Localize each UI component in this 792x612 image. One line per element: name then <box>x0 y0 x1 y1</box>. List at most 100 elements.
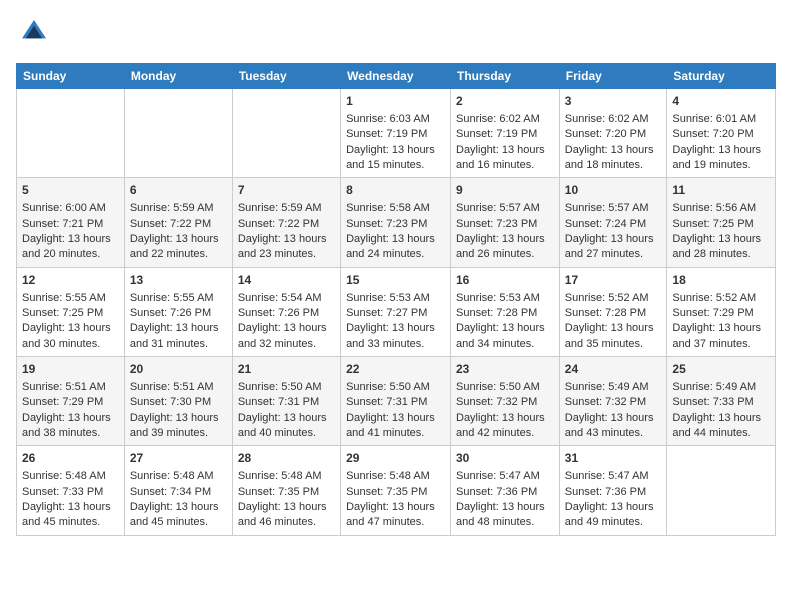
day-info-line: Sunset: 7:26 PM <box>238 306 335 321</box>
day-number: 7 <box>238 182 335 199</box>
calendar-cell <box>667 446 776 535</box>
calendar-cell: 13Sunrise: 5:55 AMSunset: 7:26 PMDayligh… <box>124 267 232 356</box>
day-info-line: and 37 minutes. <box>672 337 770 352</box>
day-info-line: and 34 minutes. <box>456 337 554 352</box>
day-number: 6 <box>130 182 227 199</box>
day-number: 18 <box>672 272 770 289</box>
day-number: 16 <box>456 272 554 289</box>
calendar-cell: 8Sunrise: 5:58 AMSunset: 7:23 PMDaylight… <box>341 178 451 267</box>
calendar-cell <box>124 89 232 178</box>
calendar-cell: 30Sunrise: 5:47 AMSunset: 7:36 PMDayligh… <box>451 446 560 535</box>
day-info-line: Sunrise: 5:55 AM <box>130 291 227 306</box>
calendar-cell: 27Sunrise: 5:48 AMSunset: 7:34 PMDayligh… <box>124 446 232 535</box>
day-info-line: Daylight: 13 hours <box>346 500 445 515</box>
day-info-line: Sunset: 7:20 PM <box>565 127 662 142</box>
day-number: 26 <box>22 450 119 467</box>
week-row-2: 5Sunrise: 6:00 AMSunset: 7:21 PMDaylight… <box>17 178 776 267</box>
day-info-line: Sunrise: 5:49 AM <box>565 380 662 395</box>
calendar-cell: 12Sunrise: 5:55 AMSunset: 7:25 PMDayligh… <box>17 267 125 356</box>
day-info-line: Daylight: 13 hours <box>130 411 227 426</box>
calendar-cell: 14Sunrise: 5:54 AMSunset: 7:26 PMDayligh… <box>232 267 340 356</box>
day-info-line: and 42 minutes. <box>456 426 554 441</box>
day-info-line: Sunrise: 5:49 AM <box>672 380 770 395</box>
day-info-line: Sunset: 7:33 PM <box>22 485 119 500</box>
day-info-line: Daylight: 13 hours <box>22 411 119 426</box>
day-info-line: Daylight: 13 hours <box>456 500 554 515</box>
day-info-line: and 31 minutes. <box>130 337 227 352</box>
day-info-line: Sunset: 7:28 PM <box>565 306 662 321</box>
calendar-cell: 23Sunrise: 5:50 AMSunset: 7:32 PMDayligh… <box>451 357 560 446</box>
day-info-line: Sunrise: 5:47 AM <box>565 469 662 484</box>
day-info-line: Sunset: 7:25 PM <box>672 217 770 232</box>
day-info-line: Daylight: 13 hours <box>130 232 227 247</box>
day-info-line: and 33 minutes. <box>346 337 445 352</box>
day-info-line: Sunset: 7:24 PM <box>565 217 662 232</box>
day-info-line: Daylight: 13 hours <box>672 143 770 158</box>
day-number: 5 <box>22 182 119 199</box>
day-info-line: Daylight: 13 hours <box>346 411 445 426</box>
day-info-line: Sunset: 7:35 PM <box>346 485 445 500</box>
calendar-cell: 11Sunrise: 5:56 AMSunset: 7:25 PMDayligh… <box>667 178 776 267</box>
calendar-cell: 7Sunrise: 5:59 AMSunset: 7:22 PMDaylight… <box>232 178 340 267</box>
day-info-line: Sunset: 7:23 PM <box>346 217 445 232</box>
day-info-line: Sunset: 7:32 PM <box>565 395 662 410</box>
day-info-line: and 19 minutes. <box>672 158 770 173</box>
day-info-line: and 40 minutes. <box>238 426 335 441</box>
day-info-line: Sunset: 7:19 PM <box>456 127 554 142</box>
day-info-line: Sunrise: 5:53 AM <box>456 291 554 306</box>
page-header <box>16 16 776 53</box>
day-info-line: Daylight: 13 hours <box>456 321 554 336</box>
calendar-cell: 31Sunrise: 5:47 AMSunset: 7:36 PMDayligh… <box>559 446 667 535</box>
day-number: 25 <box>672 361 770 378</box>
day-info-line: Sunrise: 5:48 AM <box>238 469 335 484</box>
day-info-line: Daylight: 13 hours <box>565 232 662 247</box>
day-number: 4 <box>672 93 770 110</box>
day-info-line: and 45 minutes. <box>22 515 119 530</box>
day-info-line: and 20 minutes. <box>22 247 119 262</box>
day-info-line: Sunrise: 5:50 AM <box>346 380 445 395</box>
day-info-line: Sunset: 7:35 PM <box>238 485 335 500</box>
day-info-line: Sunset: 7:26 PM <box>130 306 227 321</box>
day-info-line: Daylight: 13 hours <box>22 500 119 515</box>
day-number: 22 <box>346 361 445 378</box>
day-info-line: Sunrise: 5:52 AM <box>565 291 662 306</box>
day-info-line: Daylight: 13 hours <box>565 411 662 426</box>
day-info-line: and 15 minutes. <box>346 158 445 173</box>
weekday-header-thursday: Thursday <box>451 64 560 89</box>
day-info-line: Sunset: 7:33 PM <box>672 395 770 410</box>
day-info-line: Daylight: 13 hours <box>346 143 445 158</box>
day-info-line: Sunset: 7:27 PM <box>346 306 445 321</box>
calendar-cell: 10Sunrise: 5:57 AMSunset: 7:24 PMDayligh… <box>559 178 667 267</box>
day-info-line: Sunset: 7:36 PM <box>456 485 554 500</box>
calendar-cell: 5Sunrise: 6:00 AMSunset: 7:21 PMDaylight… <box>17 178 125 267</box>
day-info-line: Sunset: 7:28 PM <box>456 306 554 321</box>
day-number: 28 <box>238 450 335 467</box>
day-info-line: Daylight: 13 hours <box>565 143 662 158</box>
calendar-cell: 18Sunrise: 5:52 AMSunset: 7:29 PMDayligh… <box>667 267 776 356</box>
day-info-line: and 39 minutes. <box>130 426 227 441</box>
day-info-line: and 24 minutes. <box>346 247 445 262</box>
day-number: 29 <box>346 450 445 467</box>
calendar-cell: 21Sunrise: 5:50 AMSunset: 7:31 PMDayligh… <box>232 357 340 446</box>
calendar-cell: 24Sunrise: 5:49 AMSunset: 7:32 PMDayligh… <box>559 357 667 446</box>
day-info-line: Daylight: 13 hours <box>22 321 119 336</box>
calendar-cell: 4Sunrise: 6:01 AMSunset: 7:20 PMDaylight… <box>667 89 776 178</box>
day-info-line: and 22 minutes. <box>130 247 227 262</box>
calendar-cell: 19Sunrise: 5:51 AMSunset: 7:29 PMDayligh… <box>17 357 125 446</box>
day-info-line: and 49 minutes. <box>565 515 662 530</box>
day-info-line: Sunset: 7:31 PM <box>238 395 335 410</box>
day-info-line: Daylight: 13 hours <box>346 321 445 336</box>
calendar-cell: 6Sunrise: 5:59 AMSunset: 7:22 PMDaylight… <box>124 178 232 267</box>
calendar-table: SundayMondayTuesdayWednesdayThursdayFrid… <box>16 63 776 536</box>
weekday-header-friday: Friday <box>559 64 667 89</box>
calendar-cell: 9Sunrise: 5:57 AMSunset: 7:23 PMDaylight… <box>451 178 560 267</box>
calendar-cell: 17Sunrise: 5:52 AMSunset: 7:28 PMDayligh… <box>559 267 667 356</box>
day-info-line: Daylight: 13 hours <box>346 232 445 247</box>
day-info-line: and 27 minutes. <box>565 247 662 262</box>
day-info-line: Daylight: 13 hours <box>565 321 662 336</box>
weekday-header-sunday: Sunday <box>17 64 125 89</box>
day-number: 3 <box>565 93 662 110</box>
calendar-cell: 25Sunrise: 5:49 AMSunset: 7:33 PMDayligh… <box>667 357 776 446</box>
day-number: 15 <box>346 272 445 289</box>
day-info-line: Daylight: 13 hours <box>565 500 662 515</box>
